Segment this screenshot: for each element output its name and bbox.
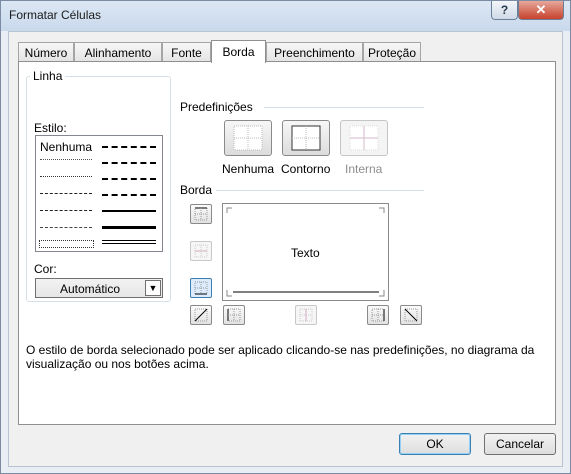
preset-outline-label: Contorno: [281, 162, 331, 176]
question-mark-icon: ?: [500, 3, 509, 17]
ok-button[interactable]: OK: [399, 433, 471, 455]
line-style-thin-selected[interactable]: [39, 240, 94, 248]
line-style-thick[interactable]: [102, 226, 156, 229]
preview-text: Texto: [291, 246, 320, 260]
diagonal-up-icon: [194, 308, 208, 322]
dialog-window: Formatar Células ? ✕ Número Alinhamento …: [0, 0, 571, 474]
style-none-option[interactable]: Nenhuma: [40, 140, 92, 154]
help-button[interactable]: ?: [491, 1, 518, 20]
line-group-title: Linha: [30, 69, 66, 83]
tab-label: Alinhamento: [84, 45, 152, 60]
border-top-button[interactable]: [190, 204, 212, 224]
tab-borda[interactable]: Borda: [211, 40, 266, 63]
border-diagonal-down-button[interactable]: [400, 305, 422, 325]
tab-preenchimento[interactable]: Preenchimento: [266, 42, 363, 62]
tab-label: Proteção: [367, 45, 417, 60]
presets-title: Predefinições: [180, 100, 253, 114]
tab-label: Fonte: [171, 45, 202, 60]
line-style-hair[interactable]: [40, 159, 92, 161]
preset-none-button[interactable]: [224, 120, 272, 156]
border-right-button[interactable]: [367, 305, 389, 325]
tab-numero[interactable]: Número: [18, 42, 74, 62]
preset-inside-icon: [349, 125, 379, 151]
border-preview-area[interactable]: Texto: [222, 203, 389, 301]
border-middle-vertical-button[interactable]: [295, 305, 317, 325]
border-description: O estilo de borda selecionado pode ser a…: [26, 343, 535, 371]
line-style-medium-dash-dot-dot[interactable]: [102, 146, 156, 148]
border-top-icon: [194, 207, 208, 221]
close-button[interactable]: ✕: [518, 1, 564, 20]
border-middle-horizontal-button[interactable]: [190, 241, 212, 261]
line-style-medium-dashed[interactable]: [102, 194, 156, 196]
preset-none-icon: [233, 125, 263, 151]
border-inside-vertical-icon: [299, 308, 313, 322]
tab-label: Número: [24, 45, 68, 60]
color-label: Cor:: [34, 262, 57, 276]
border-inside-horizontal-icon: [194, 244, 208, 258]
preset-inside-label: Interna: [345, 162, 383, 176]
color-dropdown[interactable]: Automático ▼: [35, 278, 163, 298]
ok-label: OK: [426, 437, 444, 451]
dialog-client-area: Número Alinhamento Fonte Borda Preenchim…: [8, 31, 563, 467]
color-value: Automático: [59, 282, 121, 296]
cancel-button[interactable]: Cancelar: [484, 433, 556, 455]
border-title: Borda: [180, 183, 213, 197]
line-style-dash-dot[interactable]: [40, 210, 92, 212]
cancel-label: Cancelar: [495, 437, 545, 451]
window-title: Formatar Células: [9, 8, 102, 22]
border-bottom-button[interactable]: [190, 278, 212, 298]
border-bottom-icon: [194, 281, 208, 295]
preset-outline-icon: [291, 125, 321, 151]
title-bar[interactable]: Formatar Células ? ✕: [1, 1, 570, 31]
border-left-icon: [227, 308, 241, 322]
line-style-slant-dash-dot[interactable]: [102, 162, 156, 164]
preset-outline-button[interactable]: [282, 120, 330, 156]
diagonal-down-icon: [404, 308, 418, 322]
presets-separator: [264, 107, 424, 108]
line-style-dashed[interactable]: [40, 227, 92, 229]
border-diagonal-up-button[interactable]: [190, 305, 212, 325]
line-style-medium[interactable]: [102, 210, 156, 212]
tab-protecao[interactable]: Proteção: [363, 42, 421, 62]
chevron-down-icon[interactable]: ▼: [145, 280, 161, 296]
tab-label: Preenchimento: [274, 45, 355, 60]
border-separator: [216, 190, 424, 191]
tab-alinhamento[interactable]: Alinhamento: [74, 42, 162, 62]
preset-none-label: Nenhuma: [222, 162, 275, 176]
line-style-dotted[interactable]: [40, 176, 92, 178]
border-left-button[interactable]: [223, 305, 245, 325]
close-x-icon: ✕: [535, 2, 547, 17]
style-label: Estilo:: [34, 121, 67, 135]
tab-label: Borda: [222, 45, 255, 59]
line-style-medium-dash-dot[interactable]: [102, 178, 156, 180]
border-tab-panel: Linha Estilo: Nenhuma Cor: Automático ▼ …: [18, 61, 556, 425]
tab-fonte[interactable]: Fonte: [162, 42, 211, 62]
line-style-list[interactable]: Nenhuma: [35, 135, 163, 252]
line-style-dash-dot-dot[interactable]: [40, 193, 92, 195]
line-style-double[interactable]: [102, 240, 156, 244]
border-right-icon: [371, 308, 385, 322]
preset-inside-button[interactable]: [340, 120, 388, 156]
